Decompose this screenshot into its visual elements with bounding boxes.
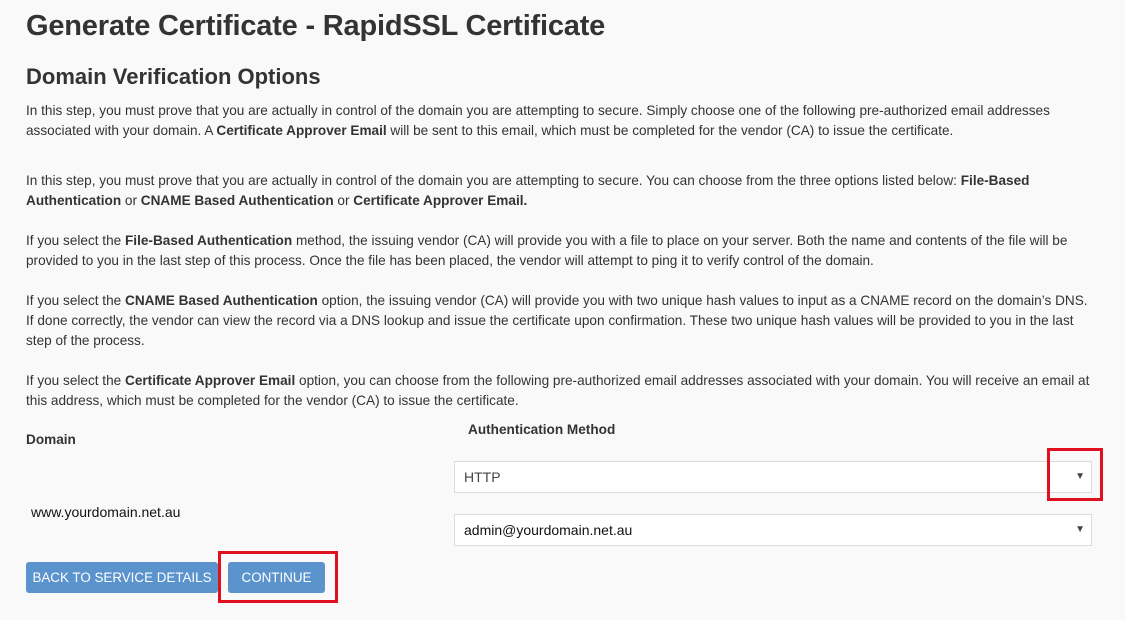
- intro-paragraph-1: In this step, you must prove that you ar…: [26, 103, 1050, 138]
- domain-name-value: www.yourdomain.net.au: [31, 504, 181, 520]
- back-to-service-details-button[interactable]: BACK TO SERVICE DETAILS: [26, 562, 218, 593]
- chevron-down-icon[interactable]: ▼: [1075, 462, 1085, 492]
- continue-button[interactable]: CONTINUE: [228, 562, 325, 593]
- auth-method-select[interactable]: HTTP ▼: [454, 461, 1092, 493]
- auth-method-selected-value: HTTP: [464, 469, 501, 485]
- page-title: Generate Certificate - RapidSSL Certific…: [26, 10, 606, 42]
- cname-auth-paragraph: If you select the CNAME Based Authentica…: [26, 293, 1088, 348]
- domain-column-label: Domain: [26, 432, 76, 447]
- approver-email-select[interactable]: admin@yourdomain.net.au ▼: [454, 514, 1092, 546]
- section-title: Domain Verification Options: [26, 64, 321, 89]
- auth-method-column-label: Authentication Method: [468, 422, 616, 437]
- approver-email-selected-value: admin@yourdomain.net.au: [464, 522, 633, 538]
- email-auth-paragraph: If you select the Certificate Approver E…: [26, 373, 1090, 408]
- intro-paragraph-2: In this step, you must prove that you ar…: [26, 173, 1030, 208]
- chevron-down-icon[interactable]: ▼: [1075, 515, 1085, 545]
- file-auth-paragraph: If you select the File-Based Authenticat…: [26, 233, 1068, 268]
